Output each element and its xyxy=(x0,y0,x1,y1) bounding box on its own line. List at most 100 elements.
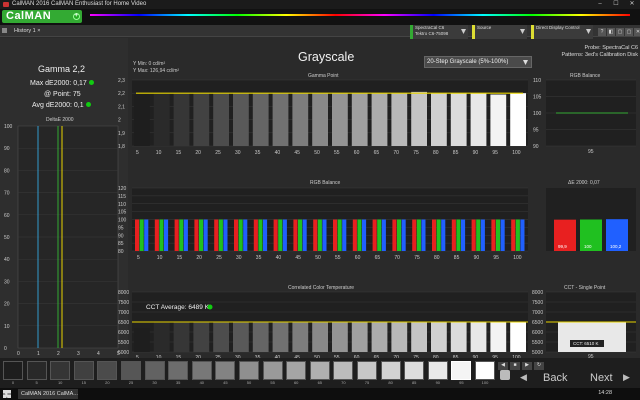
rgb-xtick: 90 xyxy=(474,255,480,261)
rgb-small-ytick: 110 xyxy=(533,78,541,84)
start-icon[interactable] xyxy=(3,390,11,398)
rgb-bar xyxy=(333,219,338,251)
pattern-swatch[interactable] xyxy=(380,361,401,380)
stop-icon[interactable]: ■ xyxy=(510,362,520,370)
tab-history-1[interactable]: History 1 × xyxy=(14,26,40,37)
pattern-swatch[interactable] xyxy=(144,361,165,380)
pattern-swatch[interactable] xyxy=(50,361,71,380)
next-button[interactable]: Next xyxy=(590,372,613,384)
rgb-bar xyxy=(234,219,239,251)
pattern-swatch[interactable] xyxy=(191,361,212,380)
cct-ytick: 5000 xyxy=(118,350,129,356)
device-source[interactable]: Source xyxy=(472,25,527,39)
delta-ytick: 80 xyxy=(4,168,10,174)
pattern-swatch[interactable] xyxy=(97,361,118,380)
pattern-swatch[interactable] xyxy=(451,361,472,380)
tab-menu-icon[interactable] xyxy=(2,28,7,33)
cct-small-ytick: 5500 xyxy=(532,340,543,346)
rgb-small-title: RGB Balance xyxy=(570,73,601,79)
cct-ytick: 6000 xyxy=(118,330,129,336)
minimize-button[interactable]: – xyxy=(592,0,608,9)
cct-small-ytick: 7500 xyxy=(532,300,543,306)
pattern-swatch[interactable] xyxy=(3,361,23,380)
delta-ytick: 100 xyxy=(4,124,13,130)
rgb-ytick: 100 xyxy=(118,218,127,224)
calman-logo-button[interactable]: CalMAN + xyxy=(2,10,82,23)
probe-info: Probe: SpectraCal C6 Patterns: 3ed's Cali… xyxy=(540,45,638,59)
rgb-small-ytick: 95 xyxy=(533,128,539,134)
pattern-swatch-label: 30 xyxy=(152,380,157,385)
gamma-bar xyxy=(292,93,309,146)
device-meter-detail: Tektro C6-75098 xyxy=(415,31,449,36)
cct-bar xyxy=(292,322,309,352)
next-arrow-icon[interactable]: ▶ xyxy=(623,372,630,383)
delta-xtick: 0 xyxy=(17,351,20,357)
add-icon[interactable]: + xyxy=(73,13,80,20)
pattern-swatch[interactable] xyxy=(309,361,330,380)
status-ok-icon xyxy=(88,80,94,85)
gamma-bar xyxy=(490,94,507,146)
gamma-ytick: 2 xyxy=(118,118,121,124)
rgb-small-ytick: 105 xyxy=(533,95,542,101)
cct-bar xyxy=(272,322,289,352)
back-arrow-icon[interactable]: ◀ xyxy=(520,372,527,383)
pattern-swatch[interactable] xyxy=(239,361,259,380)
rgb-xtick: 45 xyxy=(295,255,301,261)
window-icon[interactable]: ▢ xyxy=(616,28,624,36)
pattern-swatch-label: 90 xyxy=(435,380,441,385)
loop-icon[interactable]: ↻ xyxy=(534,362,544,370)
rgb-bar xyxy=(451,219,456,251)
gamma-ytick: 2,1 xyxy=(118,104,125,110)
cct-bar xyxy=(153,322,170,352)
stop-button[interactable] xyxy=(500,370,510,380)
pattern-swatch[interactable] xyxy=(26,361,47,380)
pattern-swatch[interactable] xyxy=(333,361,354,380)
cct-bar xyxy=(411,322,427,352)
pattern-swatch[interactable] xyxy=(357,361,377,380)
taskbar-app[interactable]: CalMAN 2016 CalMA... xyxy=(18,389,78,399)
device-meter[interactable]: SpectraCal C6 Tektro C6-75098 xyxy=(410,25,468,39)
pattern-swatch[interactable] xyxy=(215,361,236,380)
play-icon[interactable]: ▶ xyxy=(522,362,532,370)
pattern-swatch-label: 55 xyxy=(270,380,275,385)
gamma-xtick: 70 xyxy=(393,150,399,156)
gamma-xtick: 95 xyxy=(492,150,498,156)
pattern-swatch[interactable] xyxy=(168,361,189,380)
pattern-swatch[interactable] xyxy=(262,361,283,380)
cct-bar xyxy=(490,321,507,352)
gamma-point-chart: Gamma Point 2,3 2,2 2,1 2 1,9 1,8 5 10 15 20 25 30… xyxy=(118,73,528,156)
gamma-ytick: 1,8 xyxy=(118,144,125,150)
cct-bar xyxy=(233,322,249,352)
pattern-swatch[interactable] xyxy=(427,361,448,380)
pattern-swatch[interactable] xyxy=(121,361,141,380)
cct-small-ytick: 8000 xyxy=(532,290,543,296)
grayscale-select[interactable]: 20-Step Grayscale (5%-100%) xyxy=(424,56,532,68)
rgb-bar xyxy=(144,219,149,251)
gamma-xtick: 50 xyxy=(314,150,320,156)
rgb-bar xyxy=(362,219,367,251)
pattern-swatch[interactable] xyxy=(286,361,307,380)
maximize-button[interactable]: ☐ xyxy=(608,0,624,9)
layout-icon[interactable]: ◧ xyxy=(607,28,615,36)
cct-ytick: 7000 xyxy=(118,310,129,316)
close-panel-icon[interactable]: ✕ xyxy=(634,28,640,36)
device-display[interactable]: Direct Display Control xyxy=(531,25,593,39)
rgb-bar xyxy=(412,219,417,251)
pattern-swatch[interactable] xyxy=(475,361,495,380)
help-icon[interactable]: ? xyxy=(598,28,606,36)
pattern-swatch-label: 10 xyxy=(57,380,63,385)
rgb-bar xyxy=(223,219,228,251)
pattern-swatch[interactable] xyxy=(73,361,94,380)
delta-e-chart: DeltaE 2000 1009080706050403020100 01234… xyxy=(4,117,120,357)
close-window-button[interactable]: ✕ xyxy=(624,0,640,9)
prev-icon[interactable]: ◀ xyxy=(498,362,508,370)
rgb-bar xyxy=(496,219,501,251)
max-de-text: Max dE2000: 0,17 xyxy=(30,80,87,87)
rgb-xtick: 70 xyxy=(394,255,400,261)
tab-close-icon[interactable]: × xyxy=(37,28,40,34)
back-button[interactable]: Back xyxy=(543,372,567,384)
pattern-swatch[interactable] xyxy=(404,361,425,380)
restore-icon[interactable]: ▢ xyxy=(625,28,633,36)
gamma-xtick: 90 xyxy=(473,150,479,156)
probe-label: Probe: SpectraCal C6 xyxy=(584,45,639,51)
